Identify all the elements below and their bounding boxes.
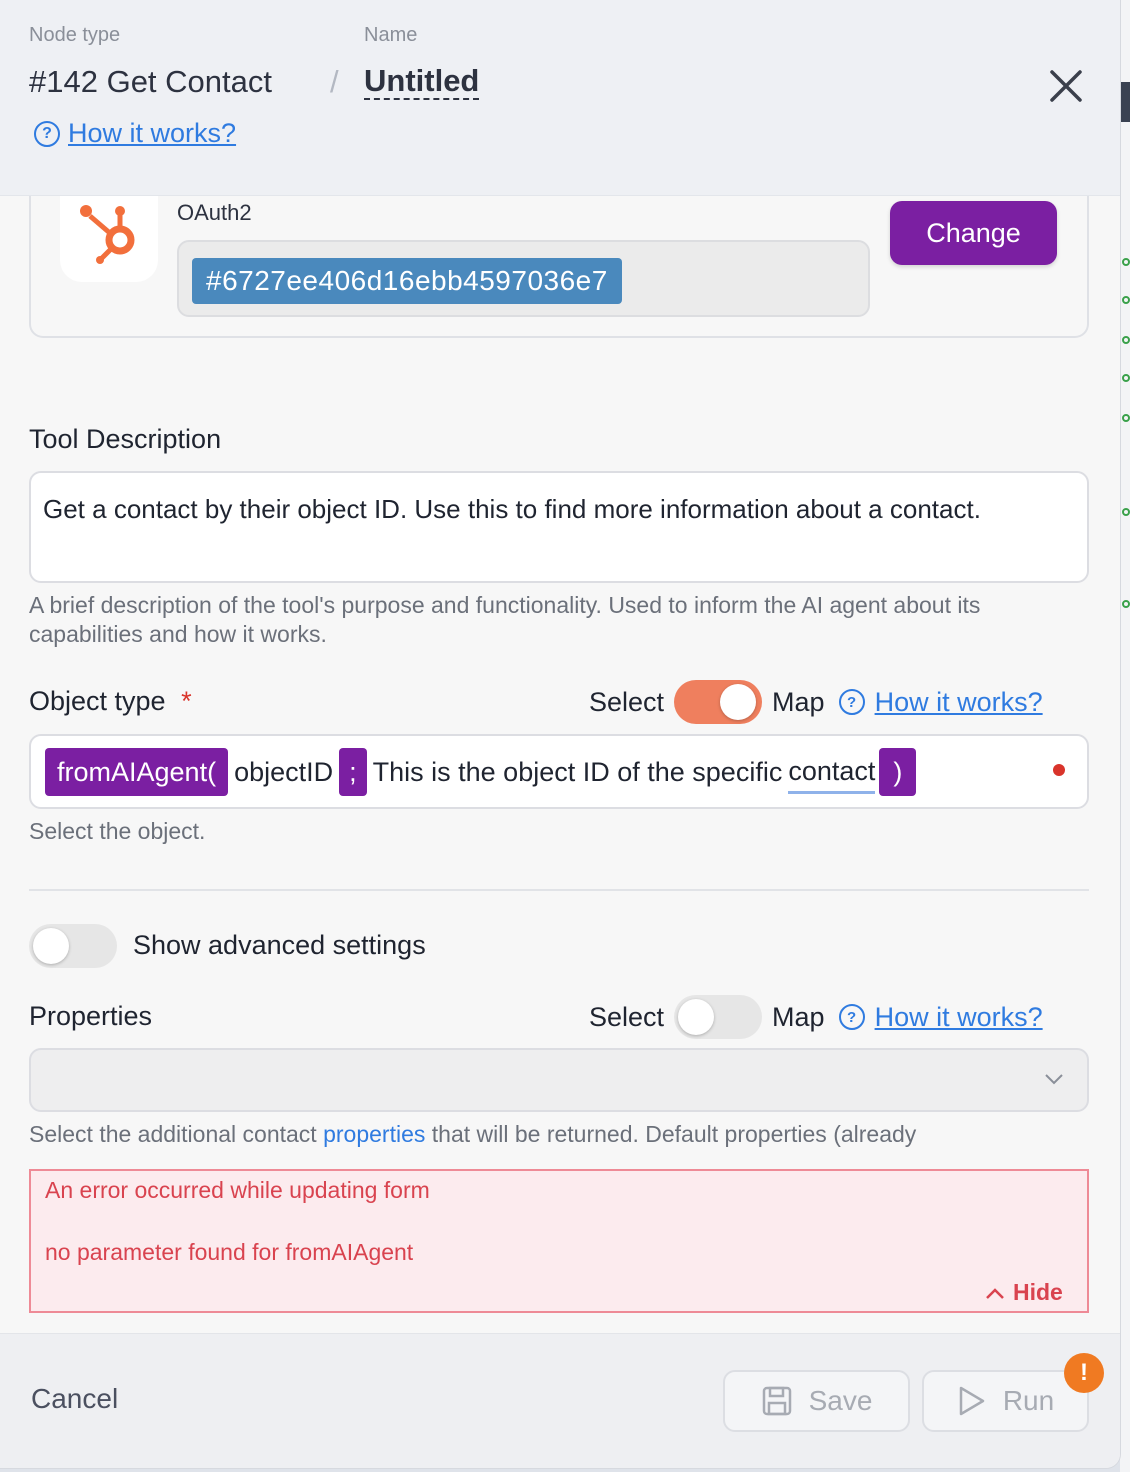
node-name-editable[interactable]: Untitled [364, 64, 480, 100]
help-circle-icon: ? [838, 689, 865, 715]
object-type-help: Select the object. [29, 818, 206, 844]
help-circle-icon: ? [34, 120, 60, 147]
toggle-knob [678, 999, 715, 1035]
tool-description-help: A brief description of the tool's purpos… [29, 592, 981, 647]
how-it-works-link-header[interactable]: ? How it works? [34, 118, 236, 149]
properties-label: Properties [29, 1001, 153, 1031]
object-type-label: Object type * [29, 686, 192, 717]
chevron-up-icon [986, 1287, 1004, 1299]
param-name-text: objectID [234, 756, 334, 787]
tool-description-input[interactable]: Get a contact by their object ID. Use th… [29, 471, 1089, 583]
chevron-down-icon [1045, 1074, 1063, 1085]
properties-doc-link[interactable]: properties [323, 1121, 425, 1147]
canvas-node-dot [1122, 336, 1130, 344]
param-desc-underlined: contact [788, 751, 876, 794]
properties-help-prefix: Select the additional contact [29, 1121, 317, 1147]
warning-badge: ! [1064, 1353, 1104, 1393]
toggle-knob [720, 684, 757, 720]
advanced-settings-toggle[interactable] [29, 924, 117, 968]
object-type-mode-switch: Select Map ? How it works? [589, 680, 1043, 724]
canvas-background-strip [1120, 0, 1130, 1472]
auth-type-label: OAuth2 [177, 200, 252, 225]
canvas-toolbar-fragment [1120, 82, 1130, 122]
map-mode-label: Map [772, 686, 825, 717]
how-it-works-link[interactable]: How it works? [875, 687, 1043, 718]
canvas-node-dot [1122, 414, 1130, 422]
change-connection-button[interactable]: Change [890, 201, 1057, 265]
close-button[interactable] [1044, 64, 1088, 108]
play-icon [959, 1386, 985, 1416]
tool-description-label: Tool Description [29, 424, 222, 454]
modal-header: Node type Name #142 Get Contact / Untitl… [0, 0, 1120, 196]
hubspot-icon [80, 205, 135, 264]
select-mode-label: Select [589, 686, 665, 717]
select-mode-label: Select [589, 1001, 665, 1032]
canvas-node-dot [1122, 508, 1130, 516]
save-label: Save [808, 1385, 873, 1416]
properties-help-suffix: that will be returned. Default propertie… [431, 1121, 917, 1147]
function-chip-open[interactable]: fromAIAgent( [45, 748, 229, 796]
help-circle-icon: ? [838, 1004, 865, 1030]
connection-id-chip: #6727ee406d16ebb4597036e7 [192, 258, 622, 304]
canvas-node-dot [1122, 296, 1130, 304]
object-type-label-text: Object type [29, 686, 166, 716]
save-button[interactable]: Save [723, 1370, 910, 1432]
error-alert: An error occurred while updating form no… [29, 1169, 1089, 1313]
hide-error-button[interactable]: Hide [985, 1279, 1063, 1306]
canvas-node-dot [1122, 374, 1130, 382]
object-type-mapped-input[interactable]: fromAIAgent( objectID ; This is the obje… [29, 734, 1089, 809]
select-map-toggle[interactable] [674, 995, 763, 1039]
select-map-toggle[interactable] [674, 680, 763, 724]
cancel-button[interactable]: Cancel [31, 1383, 118, 1415]
properties-mode-switch: Select Map ? How it works? [589, 995, 1043, 1039]
hubspot-logo [60, 196, 158, 282]
error-detail: no parameter found for fromAIAgent [45, 1239, 414, 1265]
mapped-expression: fromAIAgent( objectID ; This is the obje… [45, 748, 917, 796]
save-icon [762, 1386, 791, 1416]
node-title: #142 Get Contact [29, 64, 272, 99]
name-label: Name [364, 24, 418, 46]
canvas-node-dot [1122, 258, 1130, 266]
advanced-settings-label: Show advanced settings [133, 930, 426, 960]
map-mode-label: Map [772, 1001, 825, 1032]
how-it-works-link[interactable]: How it works? [875, 1002, 1043, 1033]
properties-help: Select the additional contact properties… [29, 1120, 1089, 1150]
error-indicator-dot [1053, 764, 1065, 776]
run-label: Run [1002, 1385, 1055, 1416]
properties-select[interactable] [29, 1048, 1089, 1112]
function-chip-close[interactable]: ) [879, 748, 917, 796]
canvas-node-dot [1122, 600, 1130, 608]
close-icon [1050, 70, 1082, 102]
hide-label: Hide [1013, 1279, 1063, 1305]
how-it-works-text[interactable]: How it works? [68, 118, 236, 149]
node-config-modal: Node type Name #142 Get Contact / Untitl… [0, 0, 1120, 1468]
node-type-label: Node type [29, 24, 121, 46]
separator-chip[interactable]: ; [339, 748, 367, 796]
error-title: An error occurred while updating form [45, 1177, 430, 1203]
required-asterisk: * [181, 686, 192, 716]
run-button[interactable]: Run [922, 1370, 1089, 1432]
section-divider [29, 889, 1089, 891]
param-desc-text: This is the object ID of the specific [372, 756, 783, 787]
toggle-knob [33, 928, 69, 964]
title-separator: / [330, 64, 339, 99]
